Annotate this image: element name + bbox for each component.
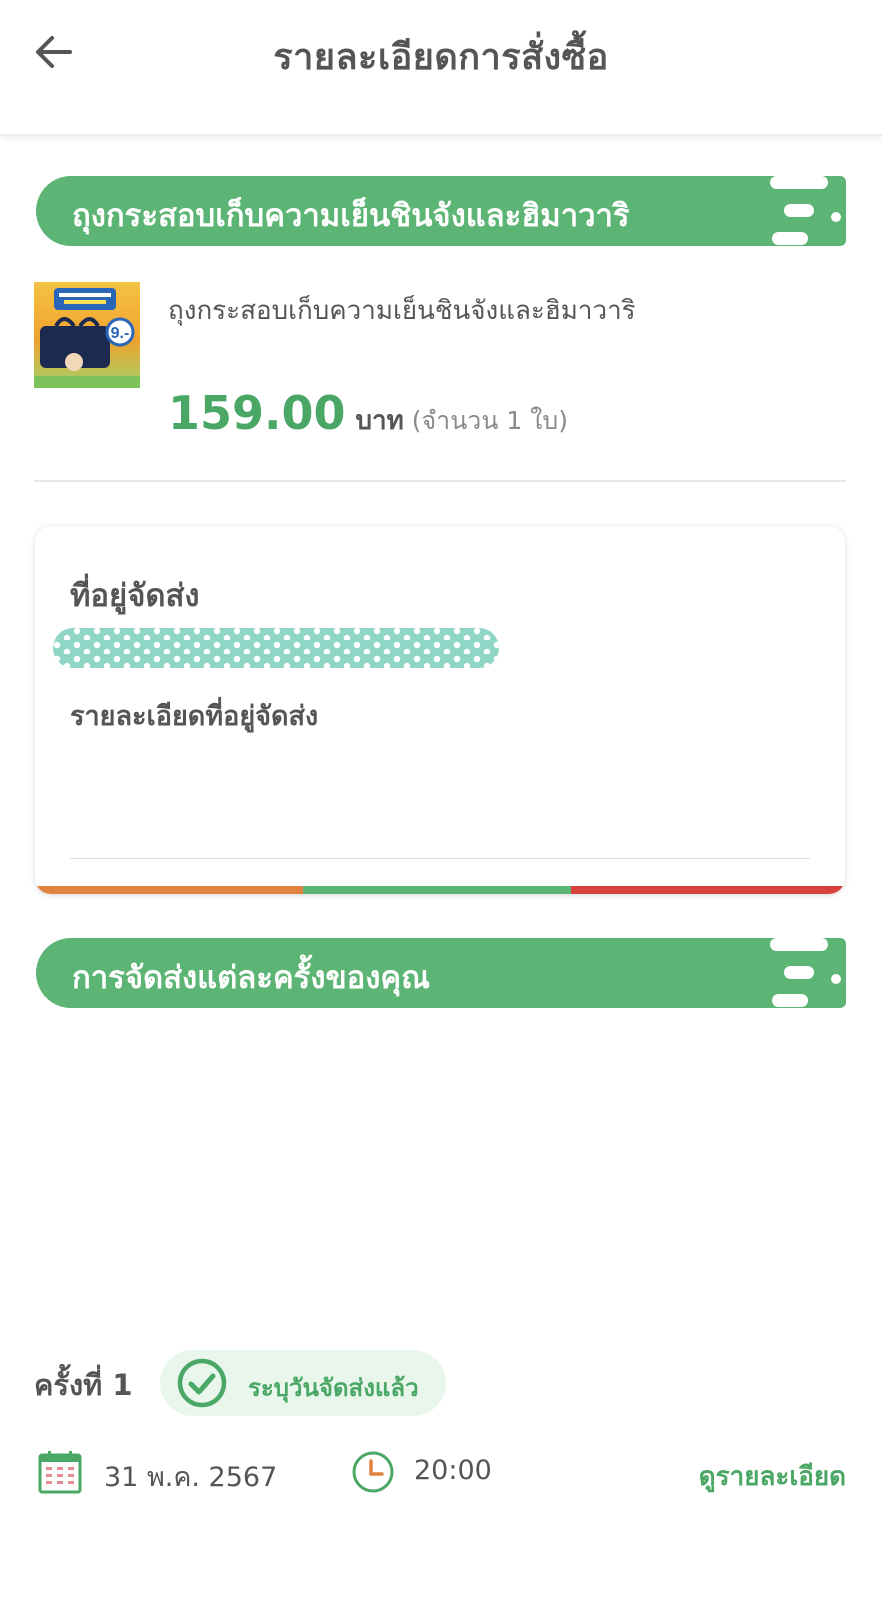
price-value: 159.00 — [168, 386, 346, 440]
view-details-link[interactable]: ดูรายละเอียด — [699, 1456, 846, 1497]
clock-icon — [352, 1451, 394, 1493]
section-divider — [34, 480, 846, 482]
product-name: ถุงกระสอบเก็บความเย็นชินจังและฮิมาวาริ — [168, 296, 636, 326]
card-color-stripe — [35, 886, 845, 894]
shipping-address-detail: รายละเอียดที่อยู่จัดส่ง — [70, 701, 319, 732]
price-row: 159.00 บาท (จำนวน 1 ใบ) — [168, 386, 568, 441]
delivery-section-banner: การจัดส่งแต่ละครั้งของคุณ — [36, 938, 846, 1008]
product-thumbnail-image: 9.- — [34, 282, 140, 388]
delivery-round-label: ครั้งที่ 1 — [34, 1368, 133, 1402]
delivery-status-badge: ระบุวันจัดส่งแล้ว — [160, 1350, 446, 1416]
speed-lines-icon — [770, 938, 841, 1007]
stripe-orange — [35, 886, 303, 894]
calendar-icon — [38, 1451, 82, 1494]
stripe-red — [571, 886, 845, 894]
redacted-address-name — [53, 628, 499, 668]
stripe-green — [303, 886, 571, 894]
delivery-status-text: ระบุวันจัดส่งแล้ว — [248, 1374, 419, 1402]
top-app-bar: รายละเอียดการสั่งซื้อ — [0, 0, 882, 136]
check-circle-icon — [177, 1358, 227, 1408]
price-currency: บาท — [355, 406, 404, 436]
product-banner-title: ถุงกระสอบเก็บความเย็นชินจังและฮิมาวาริ — [72, 198, 630, 234]
speed-lines-icon — [770, 176, 841, 245]
delivery-banner-title: การจัดส่งแต่ละครั้งของคุณ — [72, 960, 430, 996]
product-section-banner: ถุงกระสอบเก็บความเย็นชินจังและฮิมาวาริ — [36, 176, 846, 246]
thumbnail-badge-text: 9.- — [111, 325, 130, 342]
card-divider — [70, 858, 810, 859]
shipping-address-card: ที่อยู่จัดส่ง รายละเอียดที่อยู่จัดส่ง — [35, 526, 845, 894]
delivery-time: 20:00 — [414, 1455, 492, 1486]
order-detail-page: รายละเอียดการสั่งซื้อ ถุงกระสอบเก็บความเ… — [0, 0, 882, 1600]
quantity-text: (จำนวน 1 ใบ) — [411, 406, 569, 435]
delivery-date: 31 พ.ค. 2567 — [104, 1462, 278, 1493]
page-title: รายละเอียดการสั่งซื้อ — [273, 37, 609, 78]
shipping-address-title: ที่อยู่จัดส่ง — [70, 578, 200, 614]
